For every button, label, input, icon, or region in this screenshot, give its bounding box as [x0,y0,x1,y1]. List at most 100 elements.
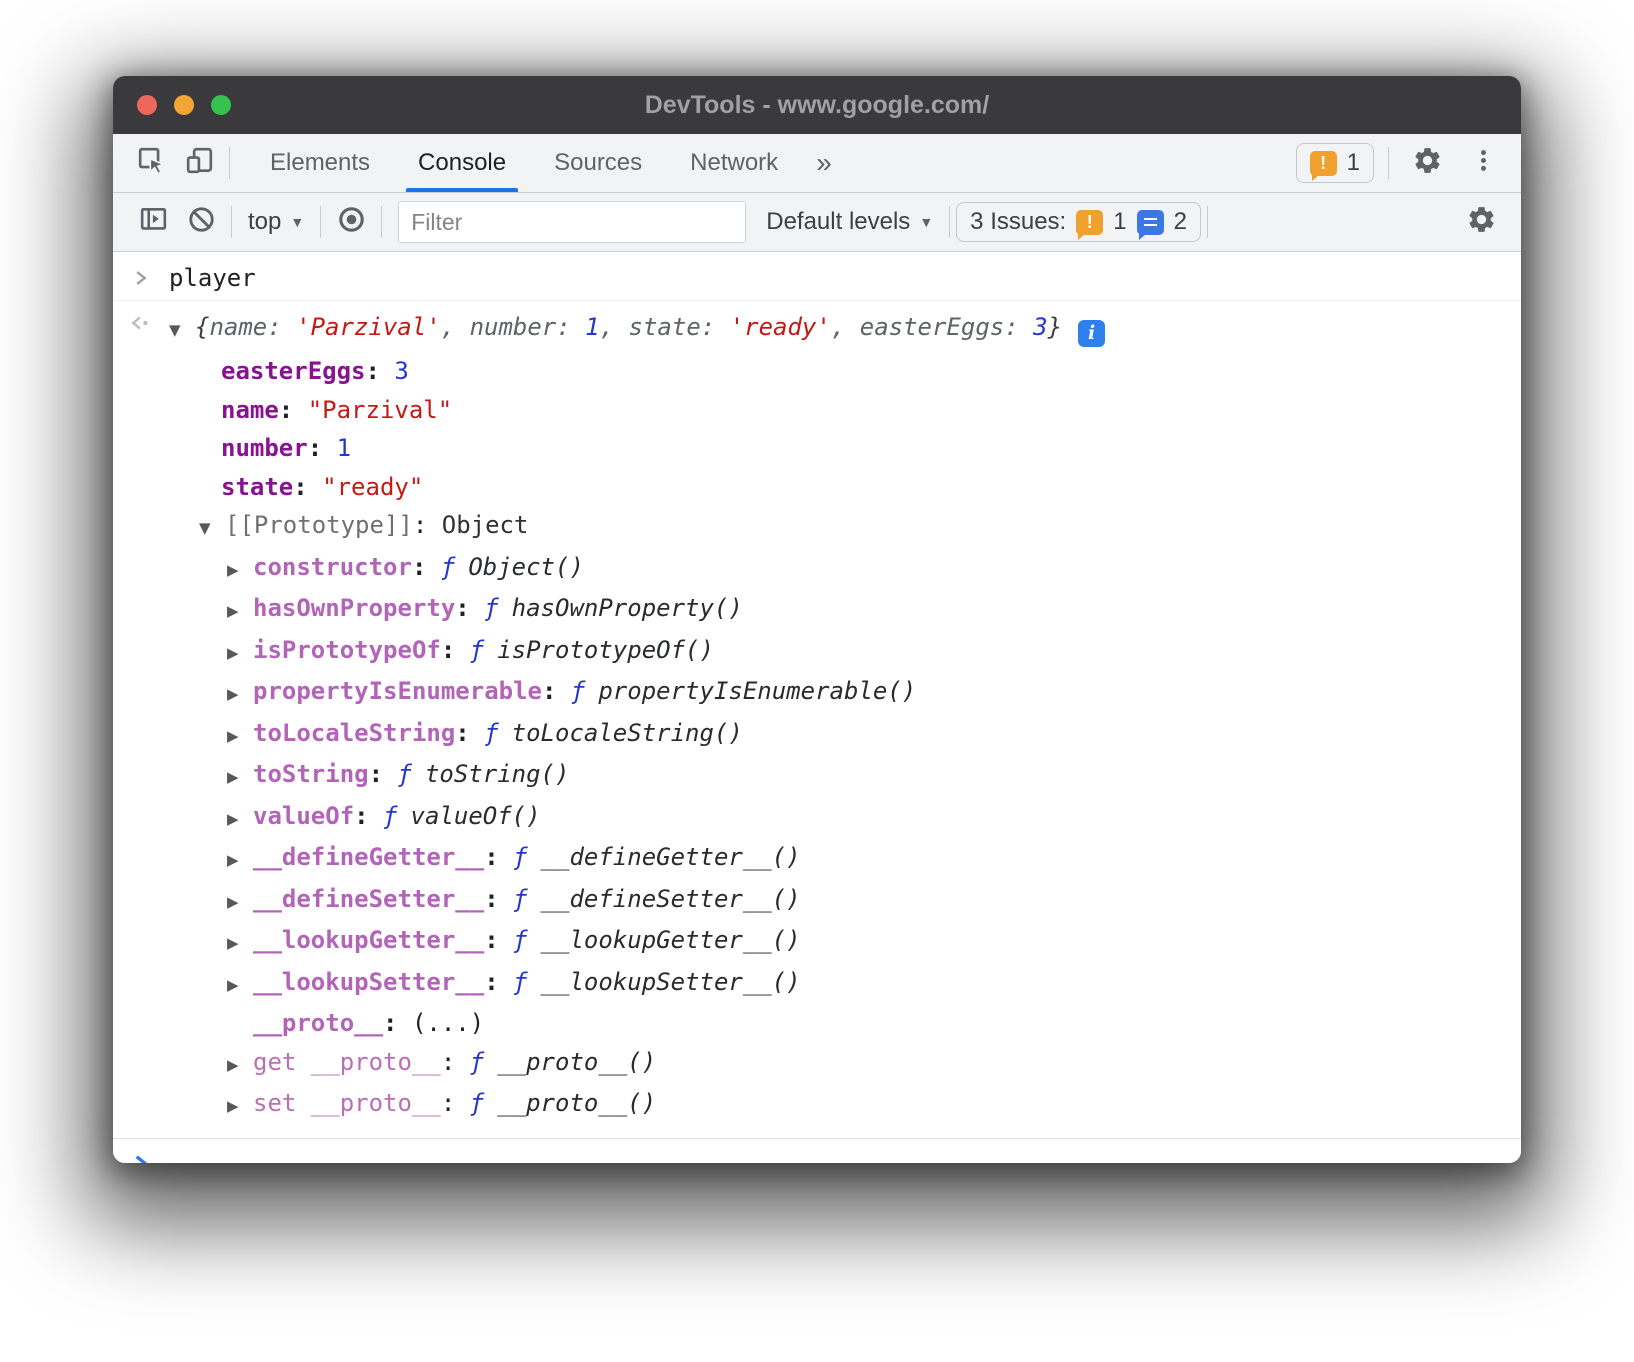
tab-console[interactable]: Console [394,134,530,192]
inspect-cursor-icon [136,145,167,181]
console-settings-button[interactable] [1457,204,1505,240]
expand-arrow-icon[interactable]: ▶ [227,924,253,963]
expand-arrow-icon[interactable]: ▶ [227,841,253,880]
devtools-settings-button[interactable] [1403,145,1451,181]
expand-arrow-icon[interactable]: ▶ [227,634,253,673]
tab-network[interactable]: Network [666,134,802,192]
preview-token: : [1004,313,1033,341]
filter-input[interactable] [398,201,746,243]
method-row[interactable]: ▶__lookupGetter__: ƒ__lookupGetter__() [169,921,1521,963]
expand-arrow-icon[interactable]: ▶ [227,800,253,839]
console-result-entry: ▼ {name: 'Parzival', number: 1, state: '… [113,301,1521,1128]
preview-token: 'Parzival' [296,313,441,341]
issues-label: 3 Issues: [970,208,1066,236]
clear-console-button[interactable] [177,204,225,240]
object-tree: easterEggs: 3 name: "Parzival" number: 1… [169,352,1521,1126]
method-row[interactable]: ▶constructor: ƒObject() [169,548,1521,590]
proto-accessor-row[interactable]: __proto__: (...) [169,1004,1521,1043]
method-row[interactable]: ▶hasOwnProperty: ƒhasOwnProperty() [169,589,1521,631]
main-menu-button[interactable] [1459,147,1507,179]
property-row[interactable]: number: 1 [169,429,1521,468]
preview-token: name [209,313,267,341]
expand-arrow-icon[interactable]: ▶ [227,1087,253,1126]
setter-row[interactable]: ▶set __proto__: ƒ__proto__() [169,1084,1521,1126]
error-counter-button[interactable]: ! 1 [1296,143,1374,183]
console-sidebar-icon [138,204,169,240]
preview-token: : [556,313,585,341]
chevron-double-right-icon: » [816,147,832,179]
tab-elements[interactable]: Elements [246,134,394,192]
preview-token: } [1048,313,1062,341]
gear-icon [1412,145,1443,181]
prototype-row[interactable]: ▼[[Prototype]]: Object [169,506,1521,548]
function-signature: propertyIsEnumerable() [598,672,916,711]
property-row[interactable]: state: "ready" [169,468,1521,507]
property-row[interactable]: name: "Parzival" [169,391,1521,430]
property-key: [[Prototype]] [225,506,413,545]
expand-arrow-icon[interactable]: ▶ [227,551,253,590]
method-row[interactable]: ▶valueOf: ƒvalueOf() [169,797,1521,839]
command-text: player [169,264,256,292]
command-chevron-icon [113,260,169,288]
show-console-sidebar-button[interactable] [129,204,177,240]
object-preview-row[interactable]: ▼ {name: 'Parzival', number: 1, state: '… [169,307,1521,350]
method-row[interactable]: ▶propertyIsEnumerable: ƒpropertyIsEnumer… [169,672,1521,714]
property-key: state [221,468,293,507]
javascript-context-dropdown[interactable]: top ▼ [238,208,314,236]
console-command-entry: player [113,252,1521,301]
method-row[interactable]: ▶__lookupSetter__: ƒ__lookupSetter__() [169,963,1521,1005]
more-tabs-button[interactable]: » [802,134,846,192]
collapse-arrow-icon[interactable]: ▼ [199,509,225,548]
colon: : [369,755,398,794]
tab-label: Network [690,149,778,177]
preview-token: , [441,313,470,341]
property-key: __lookupGetter__ [253,921,484,960]
collapse-arrow-icon[interactable]: ▼ [169,310,195,350]
log-levels-dropdown[interactable]: Default levels ▼ [756,208,943,236]
info-icon[interactable]: i [1078,320,1105,347]
function-signature: __lookupSetter__() [541,963,801,1002]
expand-arrow-icon[interactable]: ▶ [227,966,253,1005]
preview-token: : [701,313,730,341]
window-title: DevTools - www.google.com/ [113,91,1521,120]
expand-arrow-icon[interactable]: ▶ [227,883,253,922]
function-symbol: ƒ [513,838,527,877]
expand-arrow-icon[interactable]: ▶ [227,592,253,631]
toolbar-divider [1207,206,1208,238]
expand-arrow-icon[interactable]: ▶ [227,717,253,756]
expand-arrow-icon[interactable]: ▶ [227,675,253,714]
colon: : [542,672,571,711]
tab-label: Sources [554,149,642,177]
getter-row[interactable]: ▶get __proto__: ƒ__proto__() [169,1043,1521,1085]
toggle-device-toolbar-button[interactable] [175,134,223,192]
warning-bubble-icon: ! [1076,210,1103,235]
issues-counter-button[interactable]: 3 Issues: ! 1 2 [956,202,1201,242]
console-toolbar: top ▼ Default levels ▼ 3 Issues: ! 1 2 [113,193,1521,252]
tab-sources[interactable]: Sources [530,134,666,192]
tab-label: Elements [270,149,370,177]
warning-bubble-icon: ! [1310,151,1337,176]
method-row[interactable]: ▶isPrototypeOf: ƒisPrototypeOf() [169,631,1521,673]
property-row[interactable]: easterEggs: 3 [169,352,1521,391]
panel-tabs: Elements Console Sources Network [246,134,802,192]
method-row[interactable]: ▶toString: ƒtoString() [169,755,1521,797]
expand-arrow-icon[interactable]: ▶ [227,1046,253,1085]
colon: : [484,921,513,960]
inspect-element-button[interactable] [127,134,175,192]
property-key: toString [253,755,369,794]
method-row[interactable]: ▶__defineGetter__: ƒ__defineGetter__() [169,838,1521,880]
property-key: set __proto__ [253,1084,441,1123]
create-live-expression-button[interactable] [327,204,375,240]
colon: : [441,631,470,670]
expand-arrow-icon[interactable]: ▶ [227,758,253,797]
method-row[interactable]: ▶__defineSetter__: ƒ__defineSetter__() [169,880,1521,922]
function-signature: hasOwnProperty() [512,589,743,628]
method-row[interactable]: ▶toLocaleString: ƒtoLocaleString() [169,714,1521,756]
toolbar-divider [1388,147,1389,179]
property-value: Object [442,506,529,545]
colon: : [293,468,322,507]
warning-mark: ! [1087,212,1093,233]
console-prompt[interactable] [113,1138,1521,1164]
property-key: isPrototypeOf [253,631,441,670]
function-signature: __lookupGetter__() [541,921,801,960]
